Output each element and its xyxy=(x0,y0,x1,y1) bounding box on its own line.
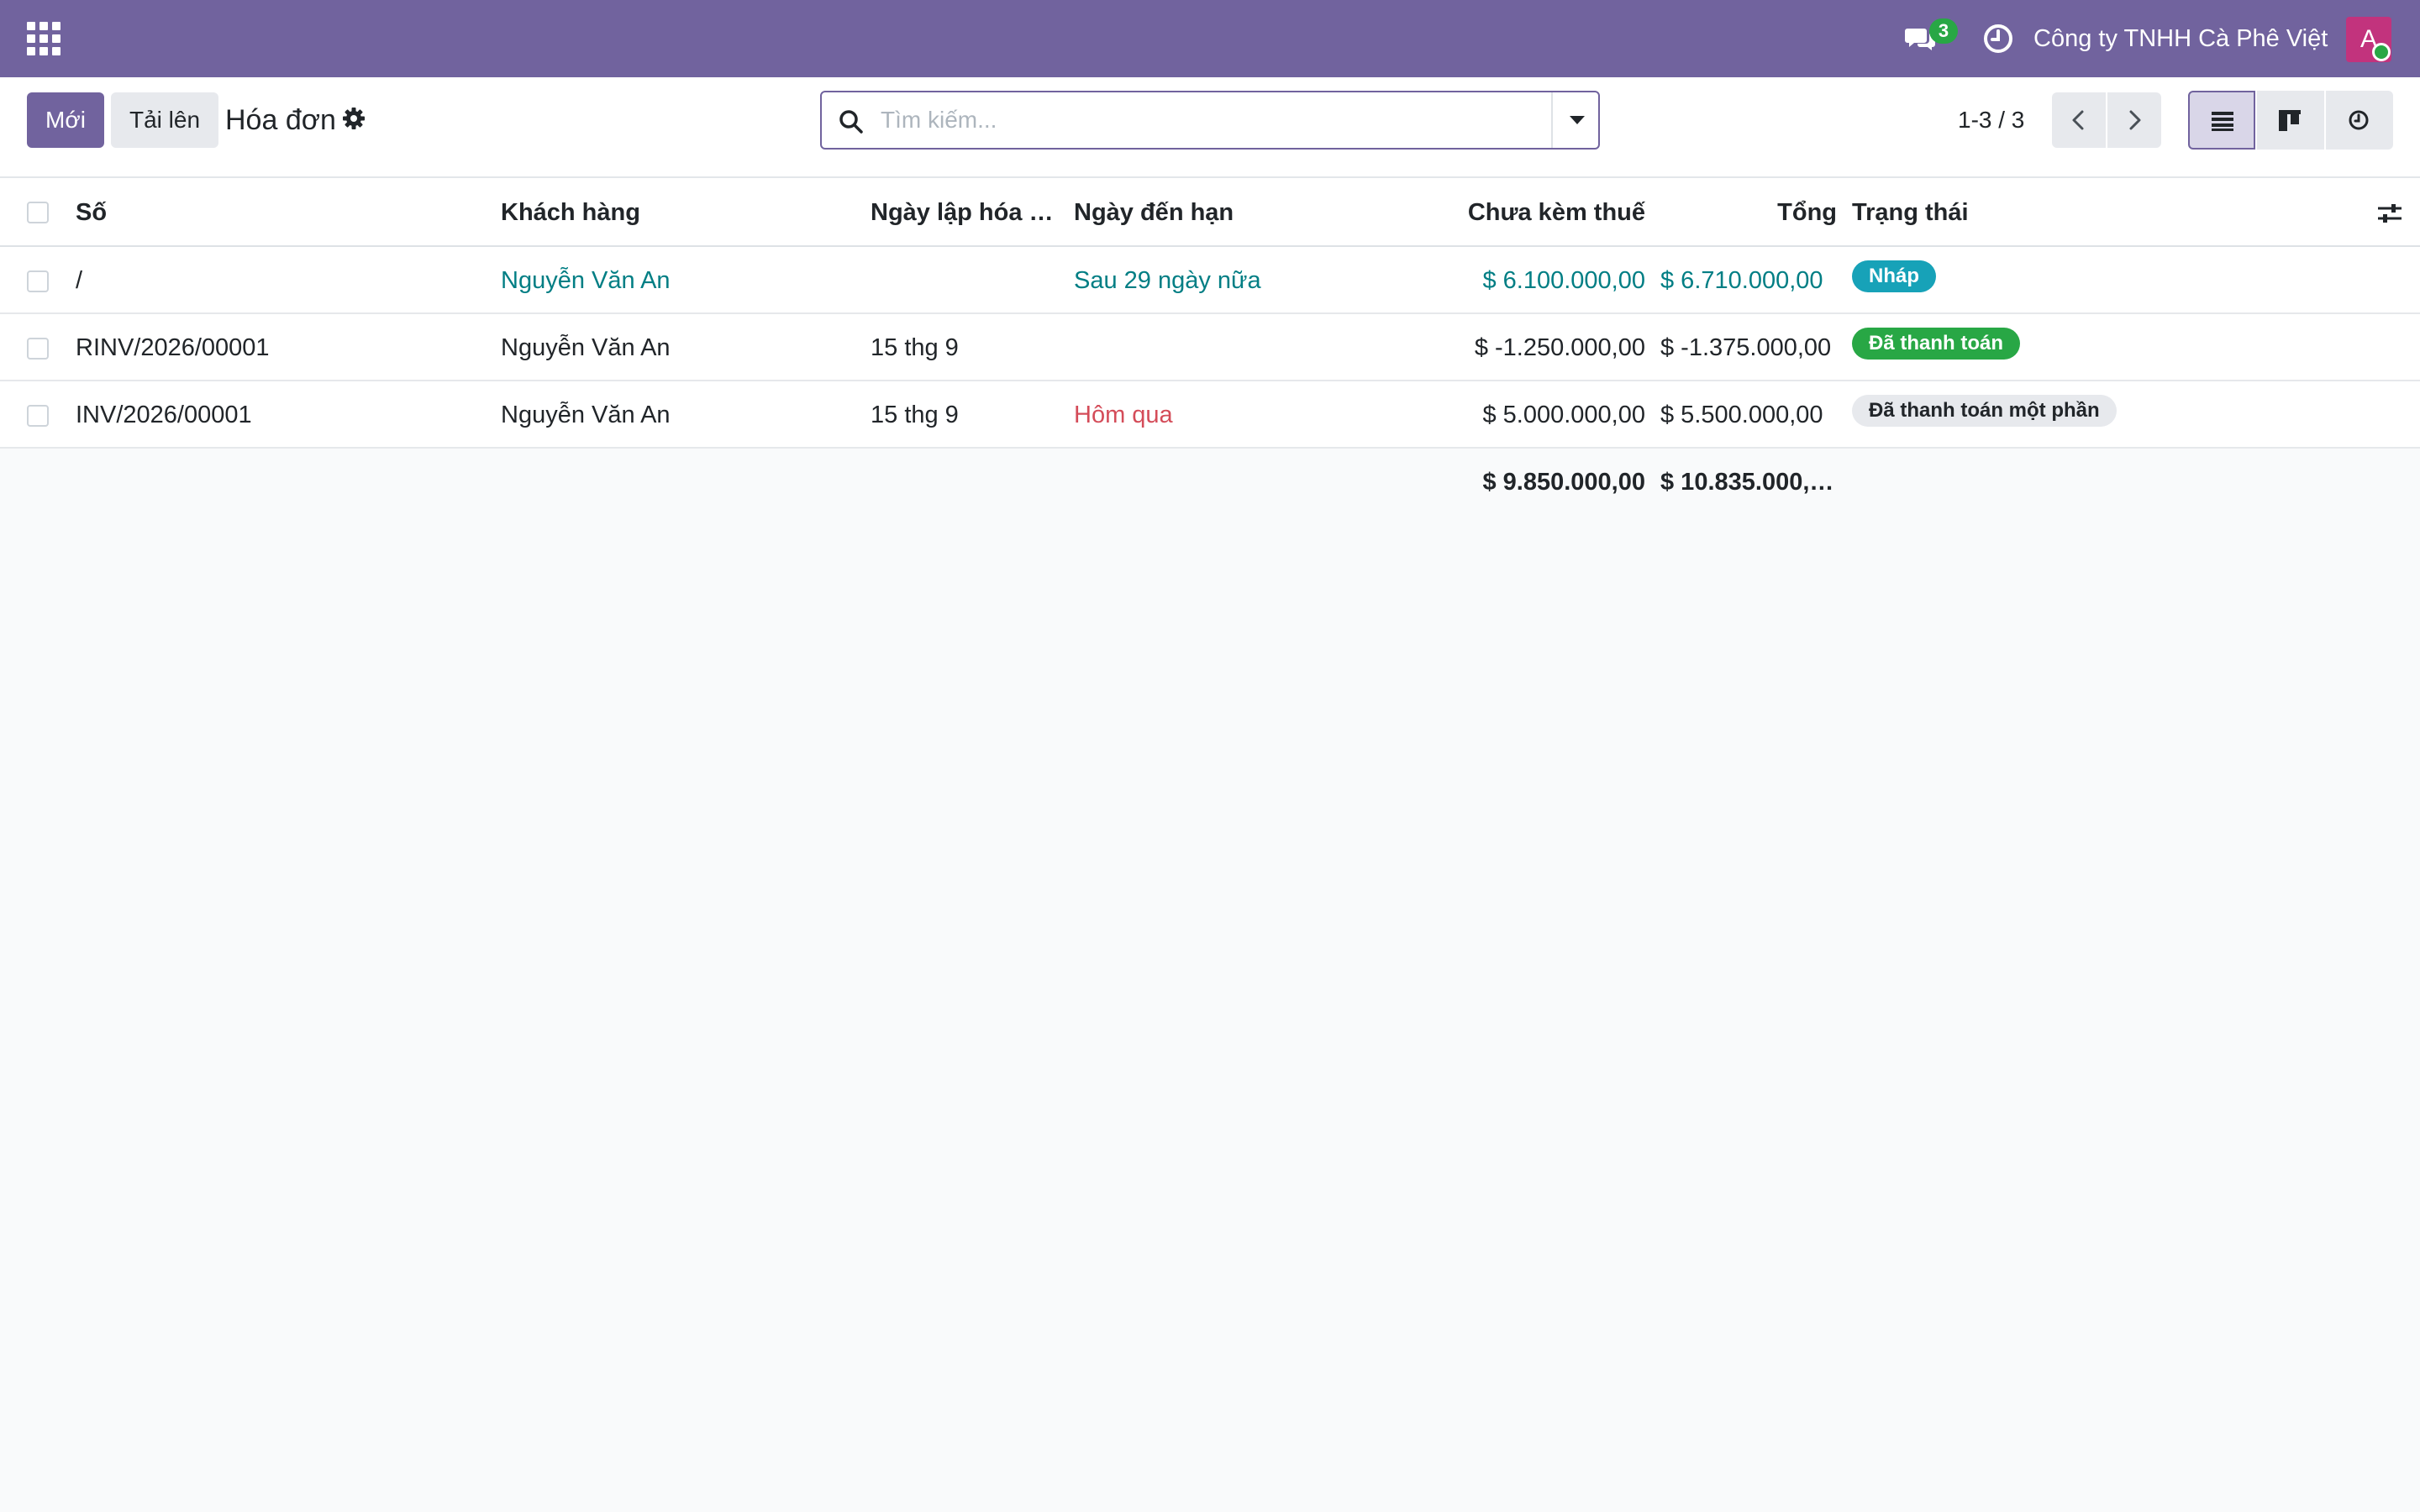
chevron-left-icon xyxy=(2072,110,2084,130)
due-date: Hôm qua xyxy=(1074,402,1173,428)
invoice-date: 15 thg 9 xyxy=(871,402,959,428)
invoice-number: RINV/2026/00001 xyxy=(76,334,270,361)
table-row[interactable]: / Nguyễn Văn An Sau 29 ngày nữa $ 6.100.… xyxy=(0,247,2420,314)
search-input[interactable] xyxy=(881,96,1519,144)
row-checkbox[interactable] xyxy=(27,405,49,427)
upload-button[interactable]: Tải lên xyxy=(111,92,218,148)
activity-view-button[interactable] xyxy=(2326,91,2393,150)
customer-name: Nguyễn Văn An xyxy=(501,267,671,294)
row-checkbox[interactable] xyxy=(27,270,49,292)
invoice-date xyxy=(871,247,1059,314)
search-icon xyxy=(839,110,863,134)
invoice-number: / xyxy=(76,267,83,294)
pager-next-button[interactable] xyxy=(2107,92,2161,148)
total-sum: $ 10.835.000,00 xyxy=(1660,469,1835,496)
untaxed-amount: $ 6.100.000,00 xyxy=(1482,267,1645,294)
untaxed-amount: $ -1.250.000,00 xyxy=(1474,334,1645,361)
messaging-button[interactable]: 3 xyxy=(1901,18,1958,59)
due-date xyxy=(1074,314,1410,381)
invoice-list: Số Khách hàng Ngày lập hóa đơn Ngày đến … xyxy=(0,178,2420,516)
status-badge: Đã thanh toán xyxy=(1852,328,2020,360)
total-amount: $ 5.500.000,00 xyxy=(1660,402,1823,428)
online-status-icon xyxy=(2372,43,2391,61)
status-cell: Đã thanh toán xyxy=(1852,314,2272,381)
gear-icon xyxy=(343,108,365,129)
kanban-icon xyxy=(2279,110,2301,131)
table-row[interactable]: INV/2026/00001 Nguyễn Văn An 15 thg 9 Hô… xyxy=(0,381,2420,449)
company-switcher[interactable]: Công ty TNHH Cà Phê Việt xyxy=(2033,24,2328,54)
top-navbar: 3 Công ty TNHH Cà Phê Việt A xyxy=(0,0,2420,77)
new-button[interactable]: Mới xyxy=(27,92,104,148)
message-count-badge: 3 xyxy=(1929,18,1958,44)
clock-icon xyxy=(2349,110,2369,130)
invoice-date: 15 thg 9 xyxy=(871,334,959,361)
search-options-toggle[interactable] xyxy=(1551,92,1598,148)
untaxed-sum: $ 9.850.000,00 xyxy=(1482,469,1645,496)
column-header-invoice-date[interactable]: Ngày lập hóa đơn xyxy=(871,178,1059,247)
select-all-checkbox[interactable] xyxy=(27,202,49,223)
page-title: Hóa đơn xyxy=(225,104,336,136)
chevron-right-icon xyxy=(2129,110,2141,130)
sliders-icon xyxy=(2378,204,2402,223)
customer-name: Nguyễn Văn An xyxy=(501,402,671,428)
table-footer-totals: $ 9.850.000,00 $ 10.835.000,00 xyxy=(0,449,2420,516)
column-header-untaxed[interactable]: Chưa kèm thuế xyxy=(1454,178,1645,247)
status-cell: Nháp xyxy=(1852,247,2272,314)
column-header-number[interactable]: Số xyxy=(76,178,479,247)
column-header-due-date[interactable]: Ngày đến hạn xyxy=(1074,178,1410,247)
row-checkbox[interactable] xyxy=(27,338,49,360)
optional-columns-toggle[interactable] xyxy=(2375,198,2405,228)
clock-icon xyxy=(1984,24,2012,53)
pager-previous-button[interactable] xyxy=(2052,92,2106,148)
apps-menu-icon[interactable] xyxy=(24,18,64,59)
column-header-customer[interactable]: Khách hàng xyxy=(501,178,854,247)
table-row[interactable]: RINV/2026/00001 Nguyễn Văn An 15 thg 9 $… xyxy=(0,314,2420,381)
search-bar xyxy=(820,91,1600,150)
due-date: Sau 29 ngày nữa xyxy=(1074,267,1261,294)
column-header-status[interactable]: Trạng thái xyxy=(1852,178,2272,247)
status-cell: Đã thanh toán một phần xyxy=(1852,381,2272,449)
customer-name: Nguyễn Văn An xyxy=(501,334,671,361)
pager-value[interactable]: 1-3 / 3 xyxy=(1958,104,2024,136)
list-view-button[interactable] xyxy=(2188,91,2255,150)
status-badge: Đã thanh toán một phần xyxy=(1852,395,2117,428)
invoice-number: INV/2026/00001 xyxy=(76,402,252,428)
actions-gear-button[interactable] xyxy=(341,106,370,134)
untaxed-amount: $ 5.000.000,00 xyxy=(1482,402,1645,428)
activity-button[interactable] xyxy=(1980,20,2017,57)
column-header-total[interactable]: Tổng xyxy=(1659,178,1837,247)
caret-down-icon xyxy=(1570,116,1585,124)
table-header: Số Khách hàng Ngày lập hóa đơn Ngày đến … xyxy=(0,178,2420,247)
total-amount: $ -1.375.000,00 xyxy=(1660,334,1832,361)
list-icon xyxy=(2212,112,2233,131)
control-panel: Mới Tải lên Hóa đơn 1- xyxy=(0,77,2420,178)
status-badge: Nháp xyxy=(1852,260,1936,293)
total-amount: $ 6.710.000,00 xyxy=(1660,267,1823,294)
kanban-view-button[interactable] xyxy=(2257,91,2324,150)
